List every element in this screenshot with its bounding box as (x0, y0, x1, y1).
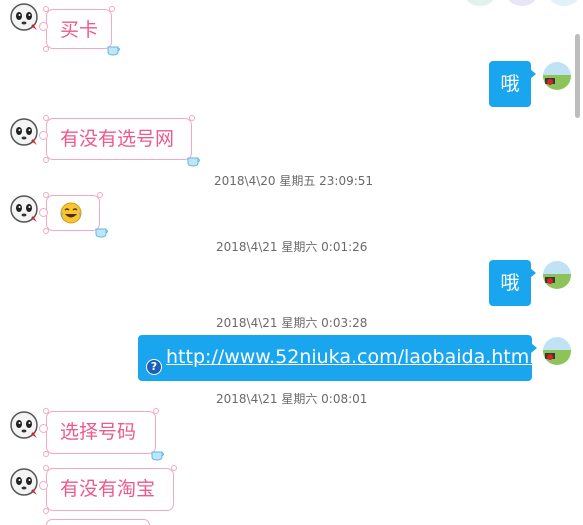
top-cutoff-avatars (465, 0, 579, 6)
self-avatar-icon[interactable] (542, 61, 572, 91)
self-avatar-icon[interactable] (542, 260, 572, 290)
message-text: 买卡 (60, 19, 99, 41)
scrollbar-thumb[interactable] (575, 34, 580, 118)
incoming-message-bubble: 选择号码 (39, 408, 164, 461)
vertical-scrollbar[interactable] (572, 0, 580, 525)
teacup-icon (95, 228, 108, 238)
message-timestamp: 2018\4\20 星期五 23:09:51 (214, 174, 374, 188)
outgoing-link-bubble: ? http://www.52niuka.com/laobaida.html (138, 335, 537, 381)
teacup-icon (107, 46, 121, 56)
message-timestamp: 2018\4\21 星期六 0:01:26 (216, 240, 368, 254)
message-text: 哦 (500, 73, 520, 95)
laughing-tears-emoji-icon (60, 202, 82, 224)
chat-history-panel: 买卡 哦 有没有选号网 2018\4\20 星期五 23:09:51 2018\… (0, 0, 583, 525)
message-text: 哦 (500, 272, 520, 294)
message-link[interactable]: http://www.52niuka.com/laobaida.html (166, 346, 535, 368)
contact-avatar-icon[interactable] (9, 2, 39, 32)
message-timestamp: 2018\4\21 星期六 0:08:01 (216, 392, 368, 406)
contact-avatar-icon[interactable] (9, 410, 39, 440)
message-text: 有没有淘宝 (60, 478, 156, 500)
contact-avatar-icon[interactable] (9, 467, 39, 497)
self-avatar-icon[interactable] (542, 336, 572, 366)
outgoing-message-bubble: 哦 (489, 61, 536, 107)
incoming-message-bubble: 有没有选号网 (39, 115, 200, 167)
message-timestamp: 2018\4\21 星期六 0:03:28 (216, 316, 368, 330)
incoming-message-bubble: 买卡 (38, 6, 121, 56)
outgoing-message-bubble: 哦 (489, 260, 536, 306)
contact-avatar-icon[interactable] (9, 194, 39, 224)
teacup-icon (151, 451, 164, 461)
incoming-message-bubble: 有没有淘宝 (39, 465, 177, 514)
message-text: 有没有选号网 (60, 128, 175, 150)
question-mark-icon: ? (146, 359, 162, 375)
contact-avatar-icon[interactable] (9, 117, 39, 147)
incoming-message-bubble: 😂 (39, 192, 108, 238)
teacup-icon (187, 157, 200, 167)
incoming-message-bubble-partial (46, 519, 150, 525)
message-text: 选择号码 (60, 421, 137, 443)
